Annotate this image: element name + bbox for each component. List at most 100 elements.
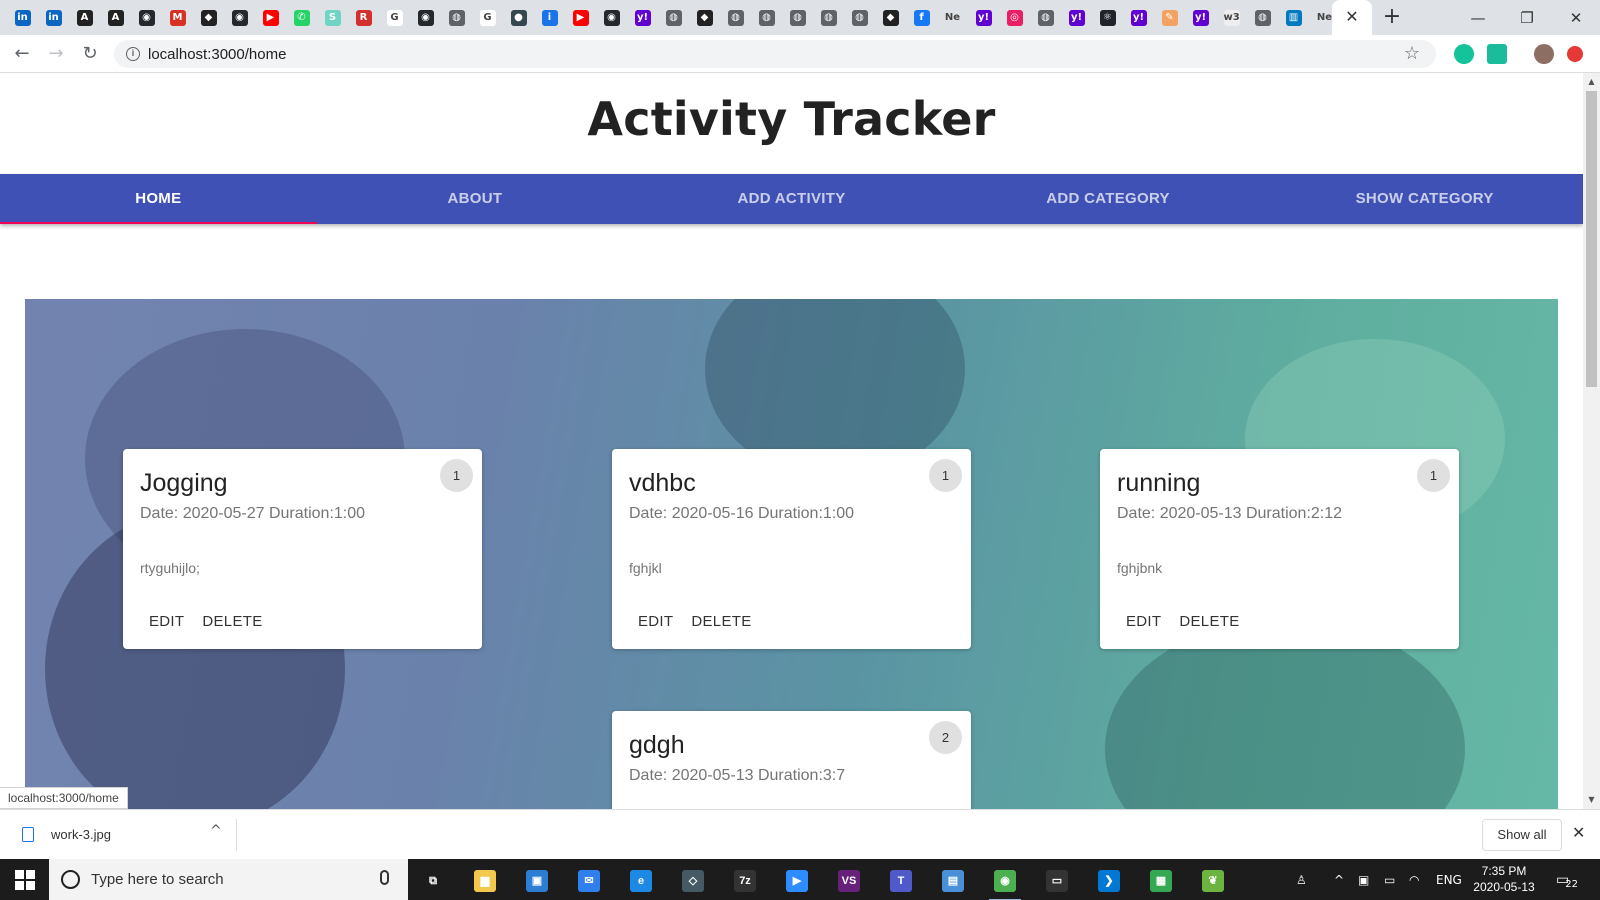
react-icon[interactable]: ⚛	[1095, 7, 1120, 29]
address-bar[interactable]: i localhost:3000/home ☆	[114, 40, 1436, 68]
google-icon[interactable]: G	[382, 7, 407, 29]
update-icon[interactable]	[1567, 46, 1583, 62]
app-icon[interactable]: ◆	[878, 7, 903, 29]
yahoo-icon[interactable]: y!	[1064, 7, 1089, 29]
tab-home[interactable]: HOME	[0, 174, 317, 224]
globe-icon[interactable]: ◍	[1033, 7, 1058, 29]
show-all-downloads-button[interactable]: Show all	[1482, 819, 1562, 851]
trello-icon[interactable]: ▥	[1281, 7, 1306, 29]
app-icon[interactable]: ◆	[692, 7, 717, 29]
store-icon[interactable]: ▣	[517, 864, 557, 897]
google-icon[interactable]: G	[475, 7, 500, 29]
youtube-icon[interactable]: ▶	[258, 7, 283, 29]
app-icon[interactable]: ●	[506, 7, 531, 29]
file-explorer-icon[interactable]: ▆	[465, 864, 505, 897]
forward-icon[interactable]: →	[44, 42, 68, 66]
scroll-down-icon[interactable]: ▼	[1583, 793, 1600, 807]
taskbar-search[interactable]: Type here to search	[49, 859, 408, 900]
profile-avatar[interactable]	[1534, 44, 1554, 64]
new-tab-button[interactable]: +	[1380, 5, 1404, 29]
document-icon[interactable]: ▤	[933, 864, 973, 897]
sheets-icon[interactable]: ▦	[1141, 864, 1181, 897]
tab-add-activity[interactable]: ADD ACTIVITY	[633, 174, 950, 224]
tray-app-icon[interactable]: ▣	[1358, 859, 1369, 900]
spring-icon[interactable]: ❦	[1193, 864, 1233, 897]
letter-a-icon[interactable]: A	[72, 7, 97, 29]
terminal-icon[interactable]: ▭	[1037, 864, 1077, 897]
app-icon[interactable]: S	[320, 7, 345, 29]
github-icon[interactable]: ◉	[599, 7, 624, 29]
scrollbar-thumb[interactable]	[1586, 91, 1597, 387]
start-button[interactable]	[0, 859, 49, 900]
restore-window-button[interactable]: ❐	[1504, 0, 1550, 35]
yahoo-icon[interactable]: y!	[630, 7, 655, 29]
people-icon[interactable]: ♙	[1296, 859, 1307, 900]
close-downloads-icon[interactable]: ✕	[1572, 823, 1585, 842]
page-scrollbar[interactable]: ▲ ▼	[1583, 73, 1600, 809]
info-icon[interactable]: i	[537, 7, 562, 29]
app-icon[interactable]: ✎	[1157, 7, 1182, 29]
task-view-icon[interactable]: ⧉	[413, 864, 453, 897]
visual-studio-icon[interactable]: VS	[829, 864, 869, 897]
linkedin-icon[interactable]: in	[10, 7, 35, 29]
whatsapp-icon[interactable]: ✆	[289, 7, 314, 29]
globe-icon[interactable]: ◍	[847, 7, 872, 29]
teams-icon[interactable]: T	[881, 864, 921, 897]
tray-chevron-icon[interactable]: ^	[1334, 859, 1344, 900]
w3-icon[interactable]: w3	[1219, 7, 1244, 29]
address-bar-url[interactable]: localhost:3000/home	[148, 46, 286, 63]
info-icon[interactable]: i	[126, 47, 140, 61]
chevron-up-icon[interactable]: ^	[210, 823, 222, 839]
edit-button[interactable]: EDIT	[1117, 613, 1170, 630]
tab-about[interactable]: ABOUT	[317, 174, 634, 224]
github-icon[interactable]: ◉	[134, 7, 159, 29]
7zip-icon[interactable]: 7z	[725, 864, 765, 897]
vscode-icon[interactable]: ❯	[1089, 864, 1129, 897]
yahoo-icon[interactable]: y!	[1188, 7, 1213, 29]
delete-button[interactable]: DELETE	[1170, 613, 1248, 630]
wifi-icon[interactable]: ◠	[1409, 859, 1419, 900]
input-language[interactable]: ENG	[1436, 859, 1462, 900]
zoom-icon[interactable]: ▶	[777, 864, 817, 897]
edit-button[interactable]: EDIT	[629, 613, 682, 630]
notification-center-icon[interactable]: ▭ 22	[1556, 859, 1578, 900]
edit-button[interactable]: EDIT	[140, 613, 193, 630]
delete-button[interactable]: DELETE	[193, 613, 271, 630]
globe-icon[interactable]: ◍	[444, 7, 469, 29]
app-icon[interactable]: Ne	[940, 7, 965, 29]
linkedin-icon[interactable]: in	[41, 7, 66, 29]
grammarly-extension-icon[interactable]	[1454, 44, 1474, 64]
globe-icon[interactable]: ◍	[816, 7, 841, 29]
chrome-icon[interactable]: ◉	[985, 864, 1025, 900]
close-window-button[interactable]: ✕	[1553, 0, 1599, 35]
globe-icon[interactable]: ◍	[785, 7, 810, 29]
app-icon[interactable]: R	[351, 7, 376, 29]
github-icon[interactable]: ◉	[227, 7, 252, 29]
app-icon[interactable]: ◇	[673, 864, 713, 897]
extension-icon[interactable]	[1487, 44, 1507, 64]
edge-icon[interactable]: e	[621, 864, 661, 897]
app-icon[interactable]: ◎	[1002, 7, 1027, 29]
facebook-icon[interactable]: f	[909, 7, 934, 29]
globe-icon[interactable]: ◍	[723, 7, 748, 29]
scroll-up-icon[interactable]: ▲	[1583, 75, 1600, 89]
yahoo-icon[interactable]: y!	[1126, 7, 1151, 29]
taskbar-search-placeholder[interactable]: Type here to search	[91, 871, 224, 888]
mail-icon[interactable]: ✉	[569, 864, 609, 897]
minimize-window-button[interactable]: —	[1455, 0, 1501, 35]
globe-icon[interactable]: ◍	[754, 7, 779, 29]
download-item[interactable]: work-3.jpg ^	[12, 819, 237, 851]
letter-a-icon[interactable]: A	[103, 7, 128, 29]
system-clock[interactable]: 7:35 PM 2020-05-13	[1463, 863, 1545, 895]
tab-add-category[interactable]: ADD CATEGORY	[950, 174, 1267, 224]
globe-icon[interactable]: ◍	[661, 7, 686, 29]
youtube-icon[interactable]: ▶	[568, 7, 593, 29]
gmail-icon[interactable]: M	[165, 7, 190, 29]
delete-button[interactable]: DELETE	[682, 613, 760, 630]
tab-show-category[interactable]: SHOW CATEGORY	[1266, 174, 1583, 224]
github-icon[interactable]: ◉	[413, 7, 438, 29]
download-file-name[interactable]: work-3.jpg	[51, 827, 111, 842]
reload-icon[interactable]: ↻	[78, 42, 102, 66]
close-tab-icon[interactable]: ✕	[1341, 6, 1363, 28]
globe-icon[interactable]: ◍	[1250, 7, 1275, 29]
